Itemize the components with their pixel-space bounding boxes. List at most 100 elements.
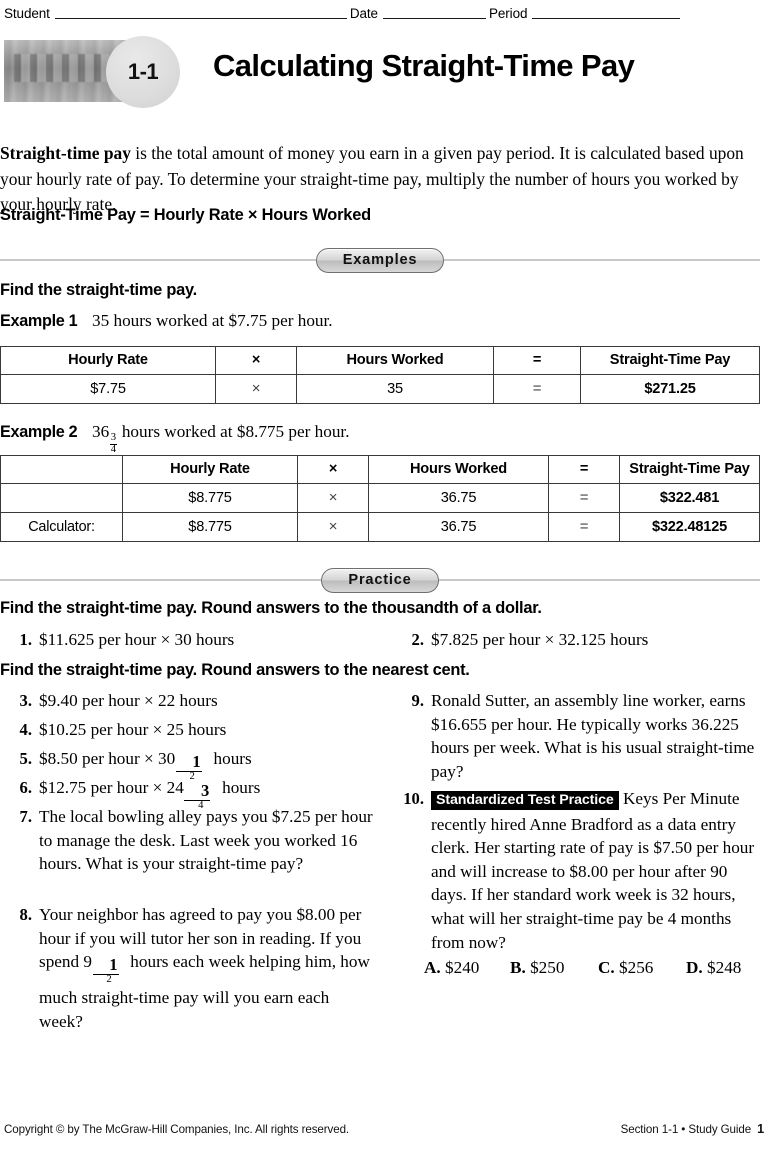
- choice-b-letter: B.: [510, 958, 526, 977]
- fraction-numerator: 3: [184, 782, 211, 802]
- problem-text-prefix: $8.50 per hour × 30: [39, 749, 176, 768]
- problem-text: $9.40 per hour × 22 hours: [39, 691, 218, 710]
- fraction-numerator: 1: [92, 956, 119, 976]
- copyright-text: Copyright © by The McGraw-Hill Companies…: [4, 1123, 350, 1136]
- problem-text-prefix: $12.75 per hour × 24: [39, 778, 184, 797]
- problem-number: 1.: [19, 630, 32, 649]
- choice-d[interactable]: D. $248: [686, 958, 741, 978]
- problem-number: 10.: [403, 789, 424, 808]
- col-hours-worked: Hours Worked: [296, 346, 494, 375]
- table-row: $8.775 × 36.75 = $322.481: [0, 483, 760, 513]
- col-equals: =: [493, 346, 581, 375]
- problem-7: 7. The local bowling alley pays you $7.2…: [8, 805, 374, 876]
- cell-times: ×: [215, 374, 297, 404]
- cell-hourly-rate: $8.775: [122, 483, 298, 513]
- worksheet-page: Student Date Period 1-1 Calculating Stra…: [0, 0, 768, 1149]
- problem-8: 8. Your neighbor has agreed to pay you $…: [8, 903, 374, 1033]
- cell-hourly-rate: $8.775: [122, 512, 298, 542]
- cell-hours-worked: 35: [296, 374, 494, 404]
- cell-hourly-rate: $7.75: [0, 374, 216, 404]
- lesson-number-text: 1-1: [127, 59, 159, 84]
- cell-times: ×: [297, 483, 369, 513]
- cell-row-label: Calculator:: [0, 512, 123, 542]
- cell-times: ×: [297, 512, 369, 542]
- problem-number: 7.: [19, 807, 32, 826]
- problem-3: 3. $9.40 per hour × 22 hours: [8, 689, 374, 713]
- practice-instruction-cent: Find the straight-time pay. Round answer…: [0, 661, 470, 679]
- cell-equals: =: [548, 512, 620, 542]
- page-title: Calculating Straight-Time Pay: [213, 48, 635, 83]
- example-2-table: Hourly Rate × Hours Worked = Straight-Ti…: [0, 455, 760, 542]
- col-times: ×: [297, 455, 369, 484]
- choice-b[interactable]: B. $250: [510, 958, 598, 978]
- example-1-table: Hourly Rate × Hours Worked = Straight-Ti…: [0, 346, 760, 404]
- problem-text: The local bowling alley pays you $7.25 p…: [39, 807, 373, 874]
- fraction-denominator: 2: [106, 974, 112, 986]
- example-2-label: Example 2: [0, 423, 78, 441]
- col-hourly-rate: Hourly Rate: [0, 346, 216, 375]
- cell-equals: =: [493, 374, 581, 404]
- col-equals: =: [548, 455, 620, 484]
- divider-line-left: [0, 259, 316, 261]
- example-2-suffix: hours worked at $8.775 per hour.: [117, 422, 350, 441]
- period-label: Period: [488, 6, 528, 21]
- col-times: ×: [215, 346, 297, 375]
- col-straight-time-pay: Straight-Time Pay: [619, 455, 760, 484]
- col-row-label: [0, 455, 123, 484]
- choice-a[interactable]: A. $240: [424, 958, 510, 978]
- problem-text: Your neighbor has agreed to pay you $8.0…: [39, 903, 374, 1033]
- problem-text: Ronald Sutter, an assembly line worker, …: [431, 691, 755, 781]
- cell-straight-time-pay: $322.48125: [619, 512, 760, 542]
- choice-d-value: $248: [707, 958, 742, 977]
- choice-c[interactable]: C. $256: [598, 958, 686, 978]
- table-row: $7.75 × 35 = $271.25: [0, 374, 760, 404]
- cell-equals: =: [548, 483, 620, 513]
- cell-hours-worked: 36.75: [368, 483, 549, 513]
- cell-hours-worked: 36.75: [368, 512, 549, 542]
- page-footer: Copyright © by The McGraw-Hill Companies…: [4, 1122, 764, 1140]
- student-label: Student: [4, 6, 50, 21]
- example-2: Example 2 36 3 4 hours worked at $8.775 pe…: [0, 422, 350, 456]
- problem-number: 3.: [19, 691, 32, 710]
- problem-number: 9.: [411, 691, 424, 710]
- practice-section-divider: Practice: [0, 567, 761, 593]
- choice-a-value: $240: [445, 958, 480, 977]
- section-label: Section 1-1 • Study Guide: [620, 1123, 752, 1136]
- period-write-line[interactable]: [532, 18, 681, 19]
- formula-statement: Straight-Time Pay = Hourly Rate × Hours …: [0, 206, 371, 224]
- lesson-number-badge: 1-1: [106, 36, 180, 108]
- problem-number: 8.: [19, 905, 32, 924]
- choice-a-letter: A.: [424, 958, 441, 977]
- problem-1: 1. $11.625 per hour × 30 hours: [8, 628, 374, 652]
- date-write-line[interactable]: [382, 18, 486, 19]
- problem-text: $7.825 per hour × 32.125 hours: [431, 630, 649, 649]
- choice-c-letter: C.: [598, 958, 615, 977]
- cell-straight-time-pay: $271.25: [580, 374, 760, 404]
- examples-section-divider: Examples: [0, 247, 761, 273]
- problem-10: 10. Standardized Test Practice Keys Per …: [398, 787, 764, 954]
- choice-b-value: $250: [530, 958, 565, 977]
- intro-term: Straight-time pay: [0, 143, 131, 164]
- footer-right: Section 1-1 • Study Guide 1: [621, 1122, 764, 1136]
- divider-line-right: [444, 259, 761, 261]
- mixed-fraction: 34: [109, 432, 118, 456]
- problem-4: 4. $10.25 per hour × 25 hours: [8, 718, 374, 742]
- problem-9: 9. Ronald Sutter, an assembly line worke…: [398, 689, 764, 783]
- col-hourly-rate: Hourly Rate: [122, 455, 298, 484]
- problem-text: $11.625 per hour × 30 hours: [39, 630, 235, 649]
- lesson-header: 1-1 Calculating Straight-Time Pay: [0, 36, 768, 108]
- examples-instruction: Find the straight-time pay.: [0, 281, 197, 299]
- table-header-row: Hourly Rate × Hours Worked = Straight-Ti…: [0, 346, 760, 375]
- practice-instruction-thousandth: Find the straight-time pay. Round answer…: [0, 599, 542, 617]
- standardized-test-practice-badge: Standardized Test Practice: [431, 791, 619, 810]
- student-write-line[interactable]: [54, 18, 347, 19]
- practice-pill-label: Practice: [321, 567, 439, 593]
- date-label: Date: [349, 6, 378, 21]
- page-number: 1: [757, 1122, 764, 1136]
- problem-text-suffix: hours: [217, 778, 261, 797]
- problem-text: $10.25 per hour × 25 hours: [39, 720, 227, 739]
- cell-straight-time-pay: $322.481: [619, 483, 760, 513]
- mixed-fraction: 12: [92, 956, 126, 986]
- problem-number: 2.: [411, 630, 424, 649]
- col-straight-time-pay: Straight-Time Pay: [580, 346, 760, 375]
